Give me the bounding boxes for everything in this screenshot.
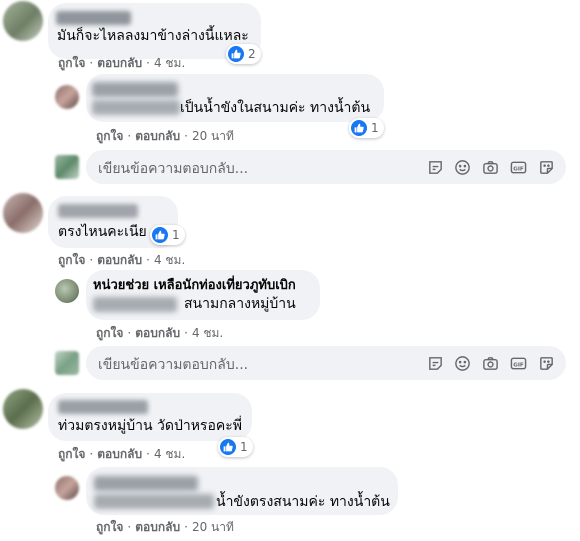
comment-actions: ถูกใจ · ตอบกลับ · 4 ชม. [58,446,186,462]
avatar [55,351,79,375]
timestamp[interactable]: 4 ชม. [192,325,223,341]
sticker-icon[interactable] [426,158,444,176]
comment-bubble: น้ำขังตรงสนามค่ะ ทางน้ำต้น [86,467,398,515]
avatar[interactable] [3,1,43,41]
sticker-icon[interactable] [426,354,444,372]
like-icon [220,439,236,455]
reply-link[interactable]: ตอบกลับ [135,128,180,144]
comment-actions: ถูกใจ · ตอบกลับ · 4 ชม. [58,252,186,268]
commenter-name-redacted[interactable] [94,476,198,491]
like-link[interactable]: ถูกใจ [58,252,85,268]
like-link[interactable]: ถูกใจ [96,128,123,144]
camera-icon[interactable] [481,158,499,176]
sticker-pack-icon[interactable] [537,158,555,176]
timestamp[interactable]: 4 ชม. [154,252,185,268]
avatar [55,155,79,179]
like-link[interactable]: ถูกใจ [58,446,85,462]
emoji-icon[interactable] [453,354,471,372]
gif-icon[interactable]: GIF [509,158,527,176]
reply-input[interactable]: เขียนข้อความตอบกลับ... GIF [86,346,566,380]
comment-actions: ถูกใจ · ตอบกลับ · 20 นาที [96,519,234,535]
emoji-icon[interactable] [453,158,471,176]
timestamp[interactable]: 4 ชม. [154,446,185,462]
comment-bubble: ท่วมตรงหมู่บ้าน วัดป่าหรอคะพี่ [48,393,252,441]
avatar[interactable] [55,85,79,109]
redacted-text [92,100,180,115]
sticker-pack-icon[interactable] [537,354,555,372]
comment-text: ท่วมตรงหมู่บ้าน วัดป่าหรอคะพี่ [58,418,242,434]
comment-text: มันก็จะไหลลงมาข้างล่างนี้แหละ [57,28,249,44]
reaction-count[interactable]: 1 [349,118,384,138]
comment-text: เป็นน้ำขังในสนามค่ะ ทางน้ำต้น [180,100,371,116]
comment-text: น้ำขังตรงสนามค่ะ ทางน้ำต้น [216,494,390,510]
gif-icon[interactable]: GIF [509,354,527,372]
comment-bubble: เป็นน้ำขังในสนามค่ะ ทางน้ำต้น [86,74,384,122]
avatar[interactable] [3,193,43,233]
comment-text: สนามกลางหมู่บ้าน [184,296,296,312]
commenter-name-redacted[interactable] [56,11,131,25]
commenter-name-redacted[interactable] [58,400,148,414]
timestamp[interactable]: 20 นาที [192,128,234,144]
reply-link[interactable]: ตอบกลับ [135,325,180,341]
commenter-name-redacted[interactable] [58,204,138,218]
redacted-text [93,297,177,312]
svg-text:GIF: GIF [513,166,524,172]
reply-link[interactable]: ตอบกลับ [135,519,180,535]
camera-icon[interactable] [481,354,499,372]
avatar[interactable] [3,389,43,429]
svg-text:GIF: GIF [513,362,524,368]
commenter-name[interactable]: หน่วยช่วย เหลือนักท่องเที่ยวภูทับเบิก [93,277,296,294]
like-icon [152,227,168,243]
reply-link[interactable]: ตอบกลับ [97,252,142,268]
comment-bubble: หน่วยช่วย เหลือนักท่องเที่ยวภูทับเบิก สน… [86,270,320,320]
reply-link[interactable]: ตอบกลับ [97,446,142,462]
timestamp[interactable]: 20 นาที [192,519,234,535]
redacted-text [94,494,214,509]
commenter-name-redacted[interactable] [92,82,178,97]
like-icon [351,120,367,136]
like-icon [228,46,244,62]
like-link[interactable]: ถูกใจ [96,325,123,341]
comment-text: ตรงไหนคะเนีย [58,224,147,240]
reaction-count[interactable]: 1 [218,437,253,457]
avatar[interactable] [55,476,79,500]
comment-actions: ถูกใจ · ตอบกลับ · 20 นาที [96,128,234,144]
like-link[interactable]: ถูกใจ [58,55,85,71]
reply-link[interactable]: ตอบกลับ [97,55,142,71]
reaction-count[interactable]: 1 [150,225,185,245]
reaction-count[interactable]: 2 [226,44,261,64]
page-avatar[interactable] [55,279,79,303]
reply-input[interactable]: เขียนข้อความตอบกลับ... GIF [86,150,566,184]
comment-actions: ถูกใจ · ตอบกลับ · 4 ชม. [96,325,224,341]
timestamp[interactable]: 4 ชม. [154,55,185,71]
like-link[interactable]: ถูกใจ [96,519,123,535]
comment-actions: ถูกใจ · ตอบกลับ · 4 ชม. [58,55,186,71]
